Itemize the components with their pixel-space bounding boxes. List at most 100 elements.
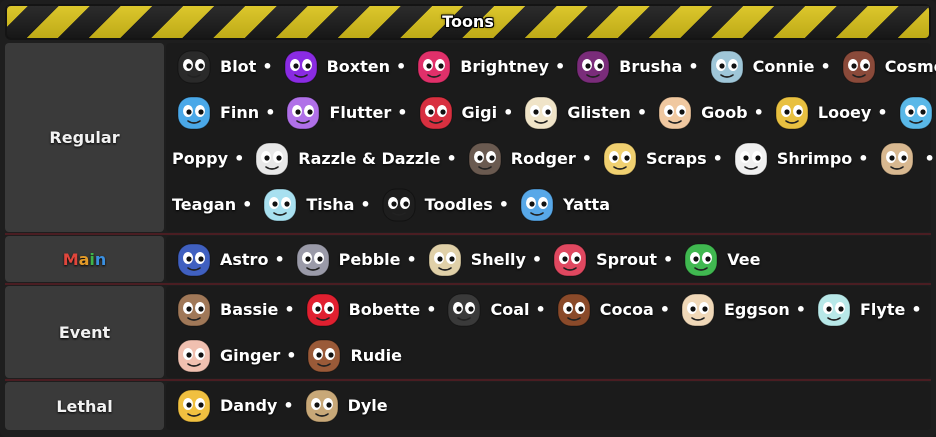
- toon-name: Teagan: [172, 194, 237, 214]
- section-lethal: Lethal Dandy • Dyle: [5, 382, 931, 430]
- section-label-main: Main: [5, 236, 164, 282]
- section-divider: [5, 283, 931, 285]
- toon-name: Razzle & Dazzle: [298, 148, 441, 168]
- toon-entry: Shelly •: [423, 237, 548, 281]
- separator-dot: •: [712, 148, 723, 168]
- toon-entry: Cosmo•: [837, 44, 936, 88]
- section-event: Event Bassie • Bobette • Coal • Cocoa • Eggson • F…: [5, 286, 931, 378]
- finn-portrait-icon: [172, 90, 216, 134]
- rudie-portrait-icon: [302, 333, 346, 377]
- dyle-portrait-icon: [300, 383, 344, 427]
- toon-name: Connie: [752, 56, 815, 76]
- toon-line: Blot • Boxten • Brightney • Brusha • Connie • Cosm…: [172, 44, 936, 88]
- toon-name: Rodger: [510, 148, 576, 168]
- separator-dot: •: [795, 299, 806, 319]
- flyte-portrait-icon: [812, 287, 856, 331]
- toon-entry: Dandy •: [172, 383, 300, 427]
- separator-dot: •: [426, 299, 437, 319]
- separator-dot: •: [531, 249, 543, 269]
- toon-entry: Goob •: [653, 90, 770, 134]
- toon-entry: Rodger •: [463, 136, 598, 180]
- separator-dot: •: [911, 299, 922, 319]
- connie-portrait-icon: [705, 44, 749, 88]
- separator-dot: •: [659, 299, 670, 319]
- separator-dot: •: [406, 249, 417, 269]
- toon-entry: Rudie: [302, 333, 402, 377]
- toon-line: Astro • Pebble • Shelly • Sprout • Vee: [172, 237, 761, 281]
- poppy-portrait-icon: [894, 90, 936, 134]
- separator-dot: •: [274, 249, 285, 269]
- looey-portrait-icon: [770, 90, 814, 134]
- toon-entry: Pebble •: [291, 237, 423, 281]
- bassie-portrait-icon: [172, 287, 216, 331]
- toon-entry: •: [875, 136, 936, 180]
- separator-dot: •: [820, 56, 831, 76]
- toon-name: Dandy: [220, 395, 278, 415]
- toon-entry: Looey •: [770, 90, 894, 134]
- toon-name: Glisten: [567, 102, 631, 122]
- separator-dot: •: [581, 148, 592, 168]
- toon-name: Pebble: [338, 249, 401, 269]
- coal-portrait-icon: [442, 287, 486, 331]
- toon-name: Flutter: [329, 102, 392, 122]
- toon-name: Coal: [490, 299, 530, 319]
- toon-name: Flyte: [859, 299, 906, 319]
- toon-name: Cocoa: [599, 299, 654, 319]
- yatta-portrait-icon: [515, 182, 559, 226]
- toon-name: Bassie: [220, 299, 279, 319]
- eggson-portrait-icon: [676, 287, 720, 331]
- separator-dot: •: [924, 148, 935, 168]
- separator-dot: •: [283, 395, 294, 415]
- toodles-portrait-icon: [377, 182, 421, 226]
- toon-entry: Toodles •: [377, 182, 515, 226]
- title-bar: Toons: [5, 4, 931, 40]
- section-divider: [5, 379, 931, 381]
- section-main: Main Astro • Pebble • Shelly • Sprout • Vee: [5, 236, 931, 282]
- toon-entry: Scraps •: [598, 136, 729, 180]
- toon-line: Bassie • Bobette • Coal • Cocoa • Eggson • Flyte •: [172, 287, 928, 331]
- toon-name: Rudie: [350, 345, 402, 365]
- toon-name: Sprout: [596, 249, 658, 269]
- section-regular: Regular Blot • Boxten • Brightney • Brusha • Con…: [5, 43, 936, 232]
- separator-dot: •: [262, 56, 273, 76]
- toon-name: Toodles: [424, 194, 493, 214]
- toon-entry: Brightney •: [412, 44, 571, 88]
- astro-portrait-icon: [172, 237, 216, 281]
- scraps-portrait-icon: [598, 136, 642, 180]
- toon-entry: Vee: [679, 237, 761, 281]
- toon-entry: Tisha •: [258, 182, 376, 226]
- separator-dot: •: [395, 56, 407, 76]
- toon-name: Tisha: [306, 194, 355, 214]
- separator-dot: •: [446, 148, 457, 168]
- separator-dot: •: [858, 148, 869, 168]
- toon-name: Dyle: [347, 395, 388, 415]
- toon-entry: Blot •: [172, 44, 279, 88]
- toon-name: Ginger: [220, 345, 281, 365]
- toon-line: Poppy • Razzle & Dazzle • Rodger • Scraps • Shri…: [172, 136, 936, 180]
- brightney-portrait-icon: [412, 44, 456, 88]
- section-body-lethal: Dandy • Dyle: [166, 382, 931, 430]
- toon-name: Scraps: [645, 148, 707, 168]
- toon-name: Goob: [701, 102, 748, 122]
- section-body-main: Astro • Pebble • Shelly • Sprout • Vee: [166, 236, 931, 282]
- section-label-main-letter: a: [78, 249, 90, 269]
- toon-entry: Connie •: [705, 44, 837, 88]
- cocoa-portrait-icon: [552, 287, 596, 331]
- vee-portrait-icon: [679, 237, 723, 281]
- glisten-portrait-icon: [519, 90, 563, 134]
- toon-entry: Astro •: [172, 237, 291, 281]
- toon-line: Ginger • Rudie: [172, 333, 402, 377]
- separator-dot: •: [688, 56, 699, 76]
- toon-name: Brightney: [460, 56, 549, 76]
- toon-entry: Ginger •: [172, 333, 302, 377]
- separator-dot: •: [360, 194, 371, 214]
- brusha-portrait-icon: [571, 44, 615, 88]
- dandy-portrait-icon: [172, 383, 216, 427]
- separator-dot: •: [753, 102, 764, 122]
- separator-dot: •: [242, 194, 253, 214]
- toon-entry: Shrimpo •: [729, 136, 875, 180]
- ginger-portrait-icon: [172, 333, 216, 377]
- toon-entry: Flutter •: [281, 90, 413, 134]
- toon-name: Gigi: [461, 102, 498, 122]
- toon-line: Finn•Flutter•Gigi•Glisten•Goob•Looey••: [172, 90, 936, 134]
